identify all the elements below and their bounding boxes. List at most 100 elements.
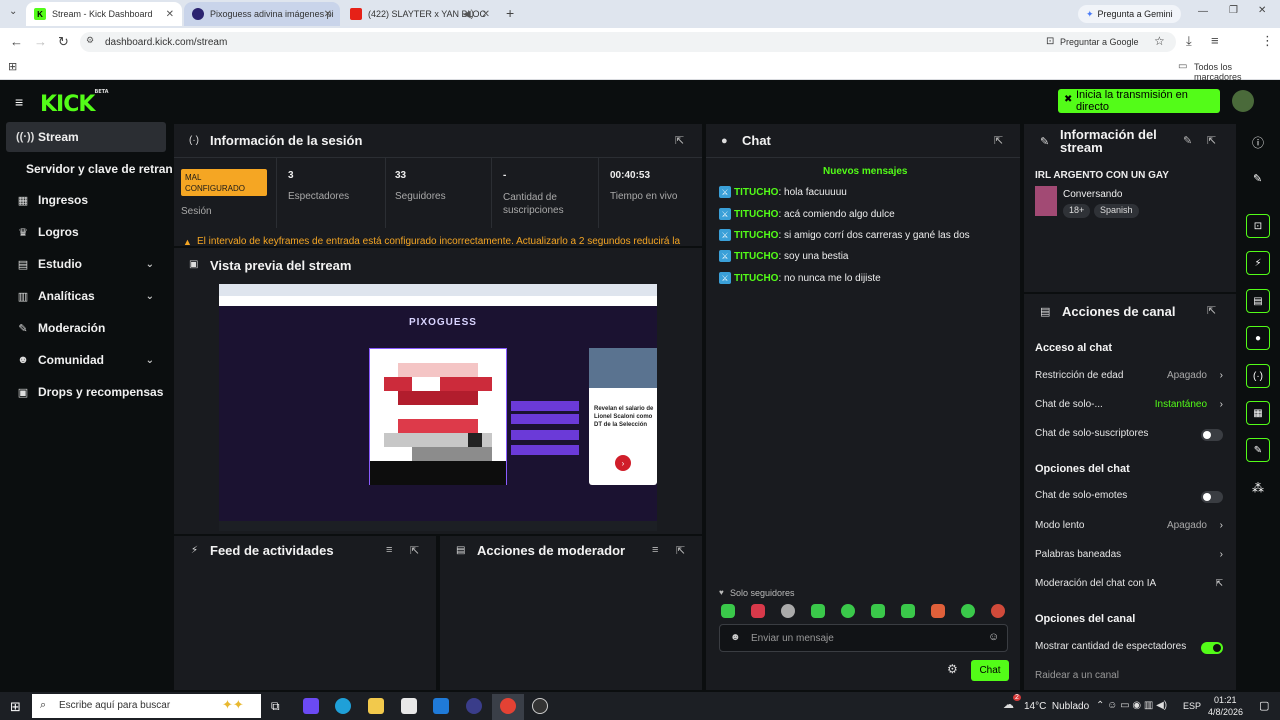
emote-icon[interactable]: [931, 604, 945, 618]
emote-icon[interactable]: [991, 604, 1005, 618]
tab-list-icon[interactable]: ⌄: [9, 6, 17, 17]
user-avatar[interactable]: [1232, 90, 1254, 112]
back-icon[interactable]: ←: [10, 34, 23, 49]
clock-time[interactable]: 01:21: [1214, 695, 1237, 705]
menu-icon[interactable]: ⋮: [1261, 33, 1274, 49]
popout-icon[interactable]: ⇱: [410, 544, 419, 557]
all-bookmarks-link[interactable]: Todos los marcadores: [1194, 62, 1280, 82]
download-icon[interactable]: ⤓: [1186, 33, 1192, 49]
sidebar-item-analiticas[interactable]: ▥ Analíticas ⌄: [6, 281, 166, 311]
store-icon[interactable]: [401, 698, 417, 714]
sidebar-item-stream[interactable]: ((·)) Stream: [6, 122, 166, 152]
task-view-icon[interactable]: ⧉: [271, 699, 280, 714]
sidebar-item-comunidad[interactable]: ☻ Comunidad ⌄: [6, 345, 166, 375]
chat-username[interactable]: TITUCHO: [734, 273, 778, 284]
new-messages-label[interactable]: Nuevos mensajes: [823, 166, 908, 177]
maximize-icon[interactable]: ❐: [1229, 5, 1238, 16]
popout-icon[interactable]: ⇱: [675, 134, 684, 147]
emotes-only-toggle[interactable]: [1201, 491, 1223, 503]
rail-button-clipboard[interactable]: ▤: [1246, 289, 1270, 313]
rail-button-lightning[interactable]: ⚡: [1246, 251, 1270, 275]
popout-icon[interactable]: ⇱: [676, 544, 685, 557]
rail-button-chat[interactable]: ●: [1246, 326, 1270, 350]
emote-icon[interactable]: [751, 604, 765, 618]
audio-icon[interactable]: ◀): [463, 9, 474, 20]
emoji-icon[interactable]: ☺: [988, 631, 999, 643]
chat-username[interactable]: TITUCHO: [734, 230, 778, 241]
minimize-icon[interactable]: —: [1198, 6, 1208, 17]
emote-icon[interactable]: [901, 604, 915, 618]
file-explorer-icon[interactable]: [368, 698, 384, 714]
connections-icon[interactable]: ⁂: [1252, 481, 1264, 495]
tab-youtube[interactable]: (422) SLAYTER x YAN BLOC ◀) ✕: [342, 2, 498, 26]
pencil-icon[interactable]: ✎: [1253, 172, 1262, 185]
reload-icon[interactable]: ↻: [58, 34, 69, 50]
emote-icon[interactable]: [721, 604, 735, 618]
raid-row[interactable]: Raidear a un canal: [1035, 670, 1225, 686]
omnibox[interactable]: ⚙ dashboard.kick.com/stream ⊡ Preguntar …: [80, 32, 1176, 52]
emote-icon[interactable]: [871, 604, 885, 618]
weather-text[interactable]: 14°C Nublado: [1024, 701, 1089, 712]
close-tab-icon[interactable]: ✕: [482, 9, 490, 20]
filter-icon[interactable]: ≡: [652, 544, 658, 556]
gemini-button[interactable]: ✦ Pregunta a Gemini: [1078, 5, 1181, 23]
mail-icon[interactable]: [433, 698, 449, 714]
tray-icons[interactable]: ⌃ ☺ ▭ ◉ ▥ ◀): [1096, 700, 1167, 711]
stream-preview-video[interactable]: PIXOGUESS Revelan el salario de Lionel S…: [219, 284, 657, 531]
bookmark-star-icon[interactable]: ☆: [1154, 34, 1165, 48]
clock-date[interactable]: 4/8/2026: [1208, 707, 1243, 717]
go-live-button[interactable]: ✖ Inicia la transmisión en directo: [1058, 89, 1220, 113]
filter-icon[interactable]: ≡: [386, 544, 392, 556]
send-chat-button[interactable]: Chat: [971, 660, 1009, 681]
rail-button-scan[interactable]: ⊡: [1246, 214, 1270, 238]
sidebar-item-estudio[interactable]: ▤ Estudio ⌄: [6, 249, 166, 279]
site-info-icon[interactable]: ⚙: [86, 35, 94, 46]
url-text[interactable]: dashboard.kick.com/stream: [105, 37, 227, 48]
language-indicator[interactable]: ESP: [1183, 701, 1201, 711]
followers-chat-row[interactable]: Chat de solo-... Instantáneo ›: [1035, 399, 1225, 415]
popout-icon[interactable]: ⇱: [994, 134, 1003, 147]
ai-moderation-row[interactable]: Moderación del chat con IA ⇱: [1035, 578, 1225, 594]
edge-icon[interactable]: [335, 698, 351, 714]
sidebar-item-server-key[interactable]: Servidor y clave de retransmisión: [6, 154, 172, 184]
windows-start-icon[interactable]: ⊞: [10, 699, 21, 715]
new-tab-icon[interactable]: +: [506, 5, 514, 21]
emote-icon[interactable]: [961, 604, 975, 618]
taskbar-search-input[interactable]: ⌕ Escribe aquí para buscar ✦✦: [32, 694, 261, 718]
notifications-icon[interactable]: ▢: [1259, 699, 1269, 712]
tab-pixoguess[interactable]: Pixoguess adivina imágenes pi ✕: [184, 2, 340, 26]
kick-logo[interactable]: KICKBETA: [40, 89, 109, 117]
sidebar-item-drops[interactable]: ▣ Drops y recompensas: [6, 377, 166, 407]
slow-mode-row[interactable]: Modo lento Apagado ›: [1035, 520, 1225, 536]
copilot-app-icon[interactable]: [303, 698, 319, 714]
forward-icon[interactable]: →: [34, 34, 47, 49]
chat-input[interactable]: ☻ Enviar un mensaje ☺: [719, 624, 1008, 652]
close-tab-icon[interactable]: ✕: [166, 9, 174, 20]
gear-icon[interactable]: ⚙: [947, 662, 958, 676]
edit-icon[interactable]: ✎: [1183, 134, 1192, 147]
banned-words-row[interactable]: Palabras baneadas ›: [1035, 549, 1225, 565]
chrome-icon[interactable]: [500, 698, 516, 714]
emote-icon[interactable]: [781, 604, 795, 618]
hamburger-menu-icon[interactable]: ≡: [15, 94, 23, 110]
age-restriction-row[interactable]: Restricción de edad Apagado ›: [1035, 370, 1225, 386]
sidebar-item-logros[interactable]: ♛ Logros: [6, 217, 166, 247]
popout-icon[interactable]: ⇱: [1207, 304, 1216, 317]
chat-username[interactable]: TITUCHO: [734, 251, 778, 262]
show-viewers-toggle[interactable]: [1201, 642, 1223, 654]
popout-icon[interactable]: ⇱: [1207, 134, 1216, 147]
chat-username[interactable]: TITUCHO: [734, 209, 778, 220]
rail-button-list[interactable]: ▦: [1246, 401, 1270, 425]
chat-username[interactable]: TITUCHO: [734, 187, 778, 198]
close-window-icon[interactable]: ✕: [1258, 5, 1266, 16]
info-icon[interactable]: ⓘ: [1252, 134, 1264, 151]
ask-google-label[interactable]: Preguntar a Google: [1060, 37, 1139, 47]
obs-icon[interactable]: [532, 698, 548, 714]
category-name[interactable]: Conversando: [1063, 189, 1122, 200]
rail-button-wrench[interactable]: ✎: [1246, 438, 1270, 462]
apps-grid-icon[interactable]: ⊞: [8, 60, 17, 73]
emote-icon[interactable]: [811, 604, 825, 618]
tab-search-icon[interactable]: ≡: [1211, 33, 1219, 48]
google-lens-icon[interactable]: ⊡: [1046, 36, 1054, 47]
close-tab-icon[interactable]: ✕: [324, 9, 332, 20]
